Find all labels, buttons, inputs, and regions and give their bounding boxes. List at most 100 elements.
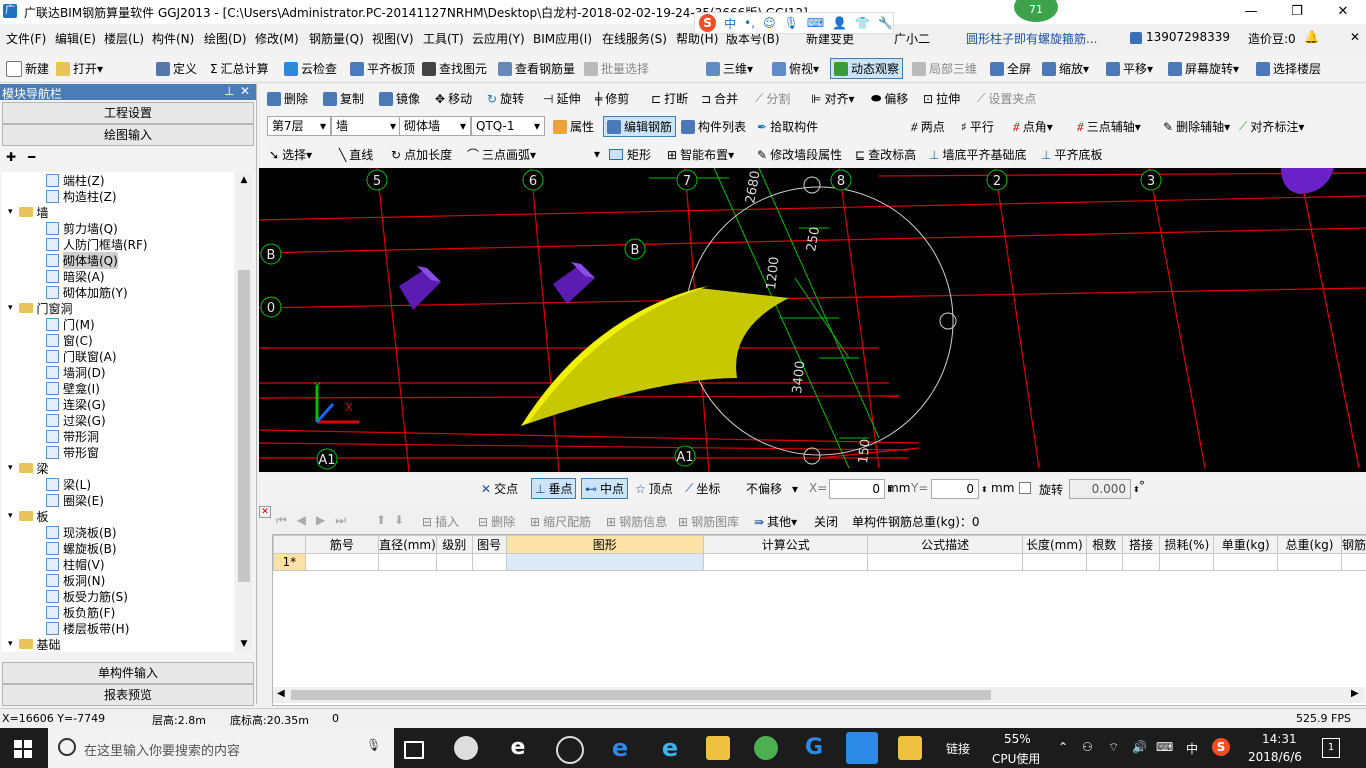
- define-button[interactable]: 定义: [156, 60, 197, 77]
- tray-ime[interactable]: 中: [1186, 740, 1198, 757]
- nav-close-icon[interactable]: ✕: [240, 84, 250, 98]
- arc3-button[interactable]: ⌒ 三点画弧 ▾: [467, 146, 536, 163]
- drawing-input-button[interactable]: 绘图输入: [2, 124, 254, 146]
- tree-item[interactable]: 门(M): [46, 316, 95, 332]
- point-angle-button[interactable]: ⧣ 点角 ▾: [1013, 118, 1053, 135]
- edit-rebar-button[interactable]: 编辑钢筋: [603, 116, 677, 137]
- cell[interactable]: [1277, 553, 1342, 571]
- cell[interactable]: [1021, 553, 1087, 571]
- mirror-button[interactable]: 镜像: [379, 90, 420, 107]
- tray-keyboard-icon[interactable]: ⌨: [1156, 740, 1173, 754]
- col-header[interactable]: 级别: [435, 535, 473, 554]
- row-header[interactable]: 1*: [273, 553, 306, 571]
- x-input[interactable]: 0 ⬍: [829, 479, 894, 499]
- shape-select[interactable]: ▾: [551, 144, 605, 164]
- record-nav-icons[interactable]: ⏮◀▶⏭: [276, 513, 356, 528]
- batch-select-button[interactable]: 批量选择: [584, 60, 649, 77]
- notification-center-icon[interactable]: 1: [1322, 738, 1340, 758]
- close-button[interactable]: ✕: [1320, 0, 1366, 24]
- edge-legacy-icon[interactable]: e: [506, 736, 530, 760]
- ime-emoji-icon[interactable]: ☺: [763, 16, 776, 30]
- rebar-grid[interactable]: 筋号 直径(mm) 级别 图号 图形 计算公式 公式描述 长度(mm) 根数 搭…: [272, 534, 1366, 706]
- line-button[interactable]: ╲ 直线: [339, 146, 373, 163]
- code-select[interactable]: QTQ-1 ▾: [471, 116, 545, 136]
- table-row[interactable]: 1*: [273, 553, 1366, 571]
- glodon-ggj-icon[interactable]: [846, 732, 878, 764]
- col-header[interactable]: 筋号: [304, 535, 380, 554]
- split-button[interactable]: ⟋ 分割: [755, 90, 790, 107]
- tree-item[interactable]: 砌体墙(Q): [46, 251, 118, 269]
- browser-swirl-icon[interactable]: [556, 736, 584, 764]
- tree-item[interactable]: 板负筋(F): [46, 604, 115, 620]
- menu-online[interactable]: 在线服务(S): [602, 30, 667, 47]
- modify-seg-button[interactable]: ✎ 修改墙段属性: [757, 146, 842, 163]
- ie-icon[interactable]: e: [658, 736, 682, 760]
- tree-item[interactable]: 端柱(Z): [46, 172, 105, 188]
- dynamic-view-button[interactable]: 动态观察: [830, 58, 904, 79]
- cell[interactable]: [1213, 553, 1279, 571]
- col-header[interactable]: 图形: [505, 535, 705, 554]
- sum-button[interactable]: Σ 汇总计算: [210, 60, 269, 77]
- tree-item[interactable]: 砌体加筋(Y): [46, 284, 128, 300]
- expand-chevron-icon[interactable]: ▾: [8, 511, 13, 521]
- grid-close-icon[interactable]: ✕: [259, 506, 271, 518]
- drawing-viewport[interactable]: 5 6 7 8 2 3 B B 0 A1 A1 2680 250 1200 34…: [258, 167, 1366, 473]
- microphone-icon[interactable]: 🎙: [366, 738, 381, 752]
- list-button[interactable]: 构件列表: [681, 118, 746, 135]
- viewport-canvas[interactable]: 5 6 7 8 2 3 B B 0 A1 A1 2680 250 1200 34…: [258, 167, 1366, 473]
- rect-button[interactable]: 矩形: [609, 146, 651, 163]
- tree-item[interactable]: 门联窗(A): [46, 348, 117, 364]
- col-header[interactable]: 单重(kg): [1213, 535, 1279, 554]
- local3d-button[interactable]: 局部三维: [912, 60, 977, 77]
- menu-edit[interactable]: 编辑(E): [55, 30, 96, 47]
- tree-folder[interactable]: ▾ 门窗洞: [8, 300, 73, 316]
- break-button[interactable]: ⊏ 打断: [651, 90, 688, 107]
- scale-button[interactable]: ⊞ 缩尺配筋: [530, 513, 591, 530]
- tree-item[interactable]: 墙洞(D): [46, 364, 106, 380]
- grid-delete-button[interactable]: ⊟ 删除: [478, 513, 515, 530]
- menu-component[interactable]: 构件(N): [152, 30, 194, 47]
- offset-mode-select[interactable]: 不偏移 ▾: [741, 479, 803, 499]
- notification-badge[interactable]: 71: [1014, 0, 1058, 22]
- tree-item[interactable]: 楼层板带(H): [46, 620, 129, 636]
- y-input[interactable]: 0 ⬍: [931, 479, 988, 499]
- rotate-input[interactable]: 0.000 ⬍: [1069, 479, 1140, 499]
- col-header[interactable]: 根数: [1085, 535, 1123, 554]
- ime-wrench-icon[interactable]: 🔧: [878, 16, 893, 30]
- select-button[interactable]: ➘ 选择 ▾: [269, 146, 312, 163]
- grid-hscrollbar[interactable]: ◀ ▶: [273, 687, 1365, 703]
- cell[interactable]: [1159, 553, 1215, 571]
- tree-folder[interactable]: ▾ 板: [8, 508, 49, 524]
- menu-close-icon[interactable]: ✕: [1350, 30, 1360, 44]
- task-view-icon[interactable]: [404, 741, 424, 759]
- type-select[interactable]: 墙 ▾: [331, 116, 401, 136]
- snap-perpendicular[interactable]: ⊥ 垂点: [531, 478, 577, 499]
- property-button[interactable]: 属性: [553, 118, 594, 135]
- edge-icon[interactable]: e: [608, 736, 632, 760]
- tree-item[interactable]: 连梁(G): [46, 396, 106, 412]
- menu-floor[interactable]: 楼层(L): [104, 30, 144, 47]
- minimize-button[interactable]: —: [1228, 0, 1274, 24]
- move-button[interactable]: ✥ 移动: [435, 90, 472, 107]
- clock-time[interactable]: 14:31: [1262, 732, 1297, 746]
- smart-layout-button[interactable]: ⊞ 智能布置 ▾: [667, 146, 734, 163]
- ime-user-icon[interactable]: 👤: [832, 16, 847, 30]
- tree-item[interactable]: 过梁(G): [46, 412, 106, 428]
- ime-shirt-icon[interactable]: 👕: [855, 16, 870, 30]
- fullscreen-button[interactable]: 全屏: [990, 60, 1031, 77]
- copy-button[interactable]: 复制: [323, 90, 364, 107]
- close-grid-button[interactable]: 关闭: [814, 513, 838, 530]
- other-button[interactable]: ⇛ 其他 ▾: [754, 513, 797, 530]
- tree-scrollbar[interactable]: ▲ ▼: [236, 172, 252, 652]
- expand-chevron-icon[interactable]: ▾: [8, 639, 13, 649]
- tree-item[interactable]: 带形窗: [46, 444, 99, 460]
- tree-item[interactable]: 现浇板(B): [46, 524, 117, 540]
- cell[interactable]: [703, 553, 869, 571]
- cell[interactable]: [471, 553, 507, 571]
- helper-link[interactable]: 广小二: [894, 30, 930, 47]
- zoom-button[interactable]: 缩放 ▾: [1042, 60, 1089, 77]
- tree-item[interactable]: 暗梁(A): [46, 268, 105, 284]
- cell[interactable]: [1121, 553, 1161, 571]
- tree-folder[interactable]: ▾ 基础: [8, 636, 61, 652]
- expand-all-icon[interactable]: ✚: [6, 150, 16, 164]
